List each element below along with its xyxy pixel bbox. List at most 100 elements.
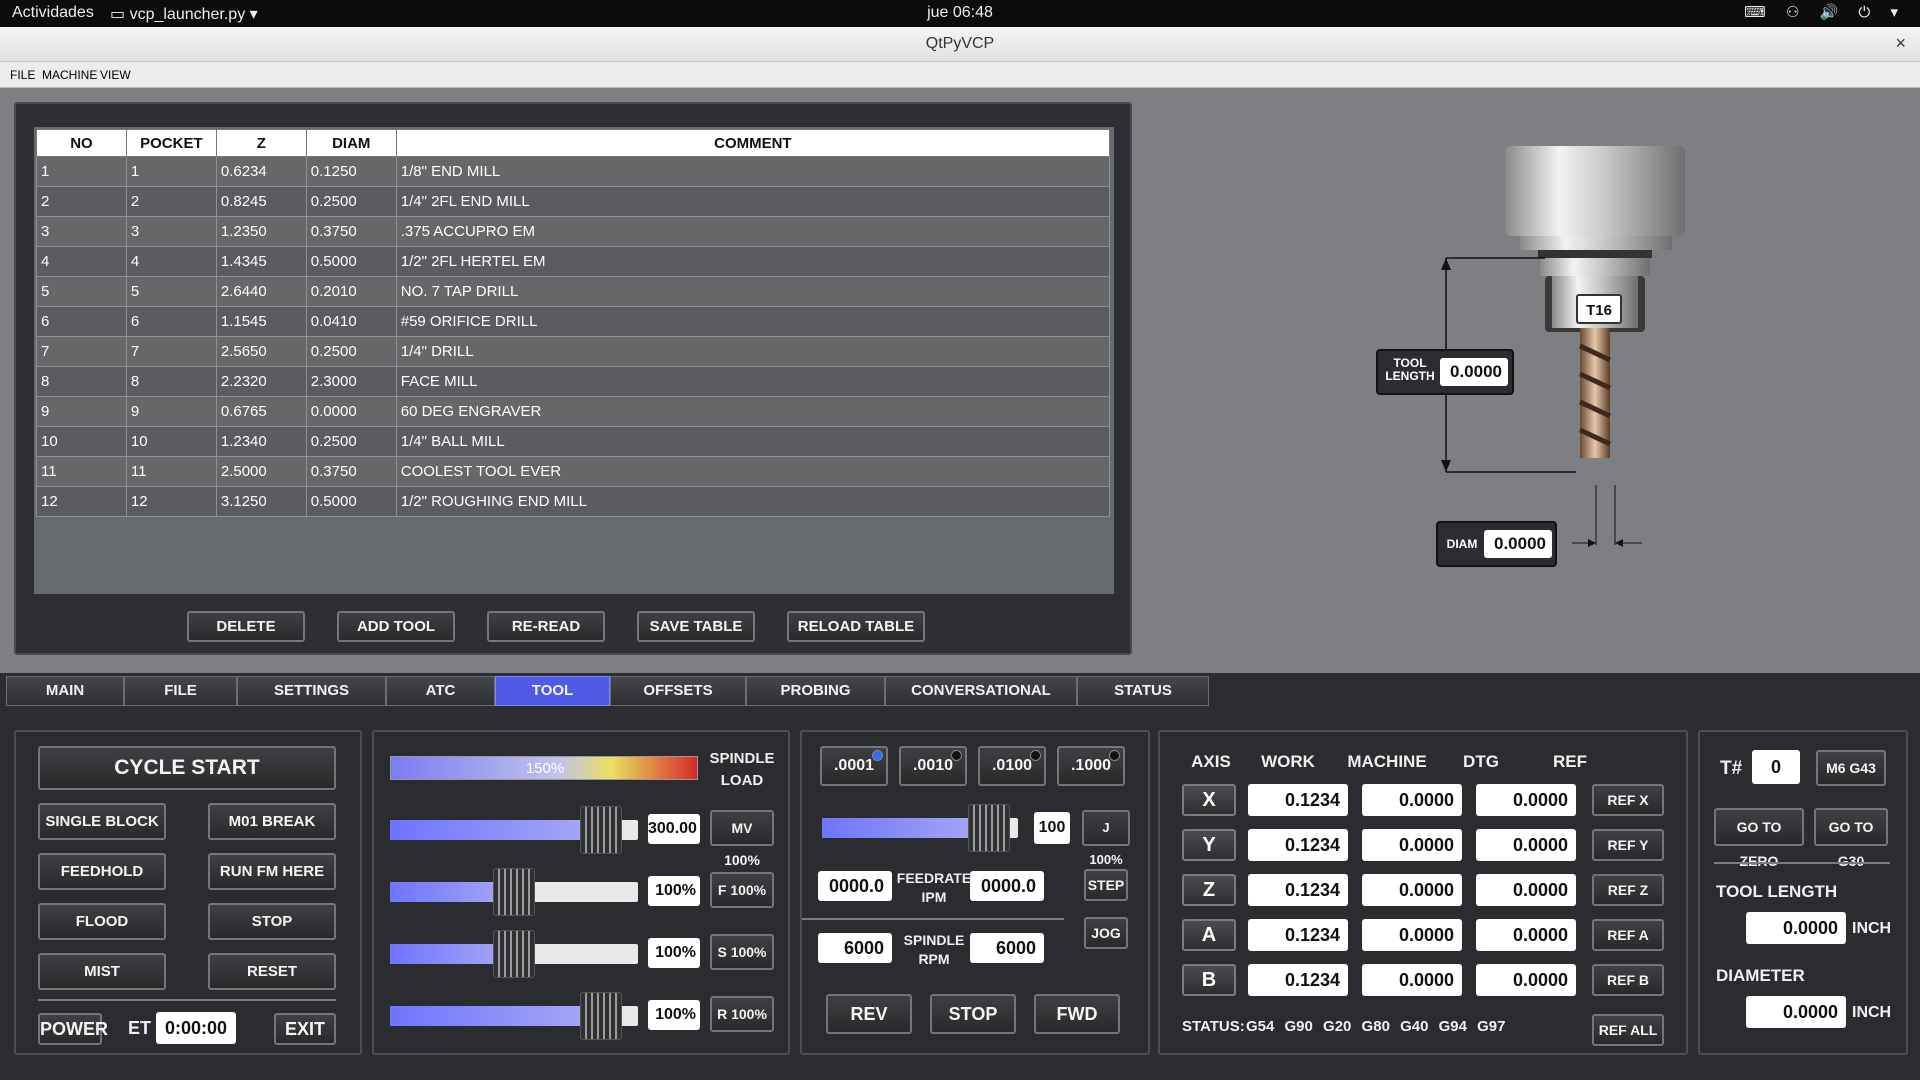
table-cell[interactable]: 7 bbox=[36, 336, 127, 367]
table-row[interactable]: 11 11 2.5000 0.3750 COOLEST TOOL EVER bbox=[36, 456, 1111, 487]
table-cell[interactable]: 2.5000 bbox=[215, 456, 307, 487]
table-cell[interactable]: 3.1250 bbox=[215, 486, 307, 517]
reload-table-button[interactable]: RELOAD TABLE bbox=[787, 611, 925, 642]
override-reset-button[interactable]: F 100% bbox=[710, 872, 774, 908]
ref-a-button[interactable]: REF A bbox=[1592, 919, 1664, 951]
table-cell[interactable]: 1 bbox=[36, 156, 127, 187]
stop-button[interactable]: STOP bbox=[208, 903, 336, 940]
slider-handle[interactable] bbox=[579, 992, 622, 1040]
table-cell[interactable]: 0.0410 bbox=[305, 306, 397, 337]
table-cell[interactable]: 3 bbox=[125, 216, 217, 247]
go-to-zero-button[interactable]: GO TO ZERO bbox=[1714, 808, 1804, 869]
ref-b-button[interactable]: REF B bbox=[1592, 964, 1664, 996]
tab-main[interactable]: MAIN bbox=[6, 676, 124, 706]
table-cell[interactable]: 7 bbox=[125, 336, 217, 367]
table-cell[interactable]: 2.3000 bbox=[305, 366, 397, 397]
table-cell[interactable]: 0.6234 bbox=[215, 156, 307, 187]
table-cell[interactable]: 11 bbox=[36, 456, 127, 487]
table-row[interactable]: 12 12 3.1250 0.5000 1/2" ROUGHING END MILL bbox=[36, 486, 1111, 517]
table-cell[interactable]: 8 bbox=[36, 366, 127, 397]
jog-100-button[interactable]: J 100% bbox=[1082, 810, 1130, 867]
table-cell[interactable]: 8 bbox=[125, 366, 217, 397]
slider-handle[interactable] bbox=[493, 930, 535, 978]
table-cell[interactable]: 1/2" ROUGHING END MILL bbox=[395, 486, 1111, 517]
ref-y-button[interactable]: REF Y bbox=[1592, 829, 1664, 861]
table-cell[interactable]: 0.3750 bbox=[305, 456, 397, 487]
column-header[interactable]: DIAM bbox=[305, 129, 397, 157]
table-cell[interactable]: 6 bbox=[125, 306, 217, 337]
axis-b-button[interactable]: B bbox=[1182, 964, 1236, 996]
override-slider[interactable] bbox=[390, 992, 638, 1040]
table-cell[interactable]: 1.2350 bbox=[215, 216, 307, 247]
tab-atc[interactable]: ATC bbox=[386, 676, 495, 706]
jog-increment-button[interactable]: .0001 bbox=[820, 746, 888, 786]
tab-settings[interactable]: SETTINGS bbox=[237, 676, 386, 706]
table-row[interactable]: 1 1 0.6234 0.1250 1/8" END MILL bbox=[36, 156, 1111, 187]
column-header[interactable]: Z bbox=[215, 129, 307, 157]
table-row[interactable]: 3 3 1.2350 0.3750.375 ACCUPRO EM bbox=[36, 216, 1111, 247]
table-cell[interactable]: 1 bbox=[125, 156, 217, 187]
jog-speed-slider[interactable] bbox=[822, 804, 1018, 852]
menu-machine[interactable]: MACHINE bbox=[42, 68, 97, 82]
cycle-start-button[interactable]: CYCLE START bbox=[38, 746, 336, 790]
table-cell[interactable]: 0.2500 bbox=[305, 426, 397, 457]
slider-handle[interactable] bbox=[493, 868, 535, 916]
table-cell[interactable]: 0.8245 bbox=[215, 186, 307, 217]
table-row[interactable]: 9 9 0.6765 0.0000 60 DEG ENGRAVER bbox=[36, 396, 1111, 427]
table-cell[interactable]: 2 bbox=[125, 186, 217, 217]
table-row[interactable]: 4 4 1.4345 0.5000 1/2" 2FL HERTEL EM bbox=[36, 246, 1111, 277]
clock[interactable]: jue 06:48 bbox=[0, 4, 1920, 22]
tab-status[interactable]: STATUS bbox=[1077, 676, 1209, 706]
close-icon[interactable]: × bbox=[1895, 33, 1906, 54]
system-tray[interactable]: ⌨ ⚇ 🔊 ⏻ ▾ bbox=[1744, 3, 1906, 21]
tab-offsets[interactable]: OFFSETS bbox=[610, 676, 746, 706]
mist-button[interactable]: MIST bbox=[38, 953, 166, 990]
table-cell[interactable]: 0.2500 bbox=[305, 336, 397, 367]
override-reset-button[interactable]: MV 100% bbox=[710, 810, 774, 868]
table-cell[interactable]: 6 bbox=[36, 306, 127, 337]
table-cell[interactable]: 0.2010 bbox=[305, 276, 397, 307]
m6-g43-button[interactable]: M6 G43 bbox=[1816, 750, 1886, 786]
override-slider[interactable] bbox=[390, 806, 638, 854]
table-cell[interactable]: 4 bbox=[36, 246, 127, 277]
save-table-button[interactable]: SAVE TABLE bbox=[637, 611, 755, 642]
slider-handle[interactable] bbox=[579, 806, 622, 854]
delete-button[interactable]: DELETE bbox=[187, 611, 305, 642]
table-cell[interactable]: 0.5000 bbox=[305, 246, 397, 277]
table-row[interactable]: 5 5 2.6440 0.2010 NO. 7 TAP DRILL bbox=[36, 276, 1111, 307]
table-cell[interactable]: 2 bbox=[36, 186, 127, 217]
override-reset-button[interactable]: R 100% bbox=[710, 996, 774, 1032]
go-to-g30-button[interactable]: GO TO G30 bbox=[1814, 808, 1888, 869]
table-cell[interactable]: 5 bbox=[125, 276, 217, 307]
table-cell[interactable]: 1.1545 bbox=[215, 306, 307, 337]
reset-button[interactable]: RESET bbox=[208, 953, 336, 990]
tab-probing[interactable]: PROBING bbox=[746, 676, 885, 706]
axis-y-button[interactable]: Y bbox=[1182, 829, 1236, 861]
override-slider[interactable] bbox=[390, 930, 638, 978]
table-row[interactable]: 7 7 2.5650 0.2500 1/4" DRILL bbox=[36, 336, 1111, 367]
table-cell[interactable]: 3 bbox=[36, 216, 127, 247]
single-block-button[interactable]: SINGLE BLOCK bbox=[38, 803, 166, 840]
table-cell[interactable]: #59 ORIFICE DRILL bbox=[395, 306, 1111, 337]
spindle-fwd-button[interactable]: FWD bbox=[1034, 994, 1120, 1034]
table-cell[interactable]: 2.5650 bbox=[215, 336, 307, 367]
tab-tool[interactable]: TOOL bbox=[495, 676, 610, 706]
table-cell[interactable]: 1/2" 2FL HERTEL EM bbox=[395, 246, 1111, 277]
table-cell[interactable]: 1/4" 2FL END MILL bbox=[395, 186, 1111, 217]
table-cell[interactable]: 4 bbox=[125, 246, 217, 277]
table-cell[interactable]: 60 DEG ENGRAVER bbox=[395, 396, 1111, 427]
table-cell[interactable]: 1/8" END MILL bbox=[395, 156, 1111, 187]
table-cell[interactable]: NO. 7 TAP DRILL bbox=[395, 276, 1111, 307]
jog-button[interactable]: JOG bbox=[1084, 917, 1128, 949]
ref-all-button[interactable]: REF ALL bbox=[1592, 1014, 1664, 1046]
app-menu[interactable]: ▭ vcp_launcher.py ▾ bbox=[110, 4, 258, 24]
table-cell[interactable]: 9 bbox=[125, 396, 217, 427]
table-cell[interactable]: .375 ACCUPRO EM bbox=[395, 216, 1111, 247]
table-cell[interactable]: 9 bbox=[36, 396, 127, 427]
jog-increment-button[interactable]: .1000 bbox=[1057, 746, 1125, 786]
reread-button[interactable]: RE-READ bbox=[487, 611, 605, 642]
column-header[interactable]: COMMENT bbox=[395, 129, 1111, 157]
flood-button[interactable]: FLOOD bbox=[38, 903, 166, 940]
column-header[interactable]: POCKET bbox=[125, 129, 217, 157]
table-cell[interactable]: 12 bbox=[36, 486, 127, 517]
